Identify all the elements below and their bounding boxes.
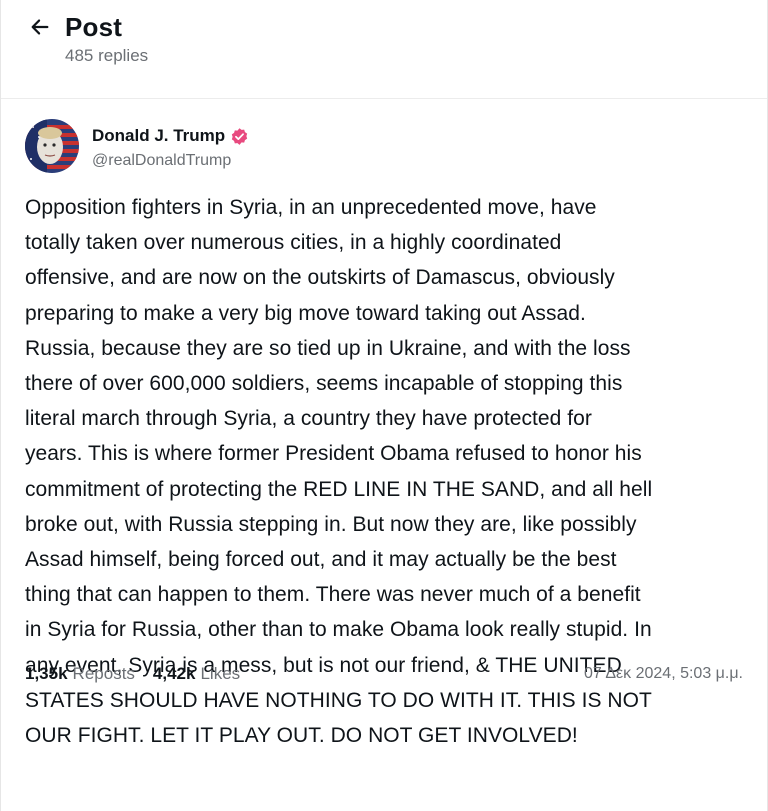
post-card: Donald J. Trump @realDonaldTrump Opposit… <box>1 99 767 753</box>
likes-count: 4,42k <box>152 664 196 683</box>
avatar-image <box>25 119 79 173</box>
avatar[interactable] <box>25 119 79 173</box>
post-body-line: literal march through Syria, a country t… <box>25 407 592 431</box>
post-timestamp[interactable]: 07 Δεκ 2024, 5:03 μ.μ. <box>584 665 743 683</box>
post-body-line: broke out, with Russia stepping in. But … <box>25 512 637 536</box>
post-body-line: years. This is where former President Ob… <box>25 442 642 466</box>
page-title: Post <box>65 11 123 42</box>
page-header: Post 485 replies <box>1 0 767 86</box>
post-body-line: Opposition fighters in Syria, in an unpr… <box>25 196 597 219</box>
likes-label: Likes <box>200 664 241 683</box>
post-body-line: thing that can happen to them. There was… <box>25 583 641 607</box>
reposts-stat[interactable]: 1,35k Reposts <box>25 664 135 684</box>
verified-badge-icon <box>230 127 249 146</box>
post-body-line: Russia, because they are so tied up in U… <box>25 336 631 360</box>
post-body-line: there of over 600,000 soldiers, seems in… <box>25 372 623 396</box>
author-handle[interactable]: @realDonaldTrump <box>92 152 249 170</box>
post-body-line: STATES SHOULD HAVE NOTHING TO DO WITH IT… <box>25 688 652 712</box>
author-name[interactable]: Donald J. Trump <box>92 126 225 146</box>
post-page: Post 485 replies Donald J. Trump @realDo… <box>0 0 768 811</box>
post-body-line: totally taken over numerous cities, in a… <box>25 231 562 255</box>
back-button[interactable] <box>27 14 53 40</box>
post-body-line: in Syria for Russia, other than to make … <box>25 618 652 642</box>
author-row: Donald J. Trump @realDonaldTrump <box>25 119 743 181</box>
likes-stat[interactable]: 4,42k Likes <box>153 664 240 684</box>
reposts-count: 1,35k <box>25 664 68 683</box>
post-body-line: commitment of protecting the RED LINE IN… <box>25 477 653 501</box>
post-body-line: OUR FIGHT. LET IT PLAY OUT. DO NOT GET I… <box>25 724 578 748</box>
post-stats: 1,35k Reposts 4,42k Likes <box>25 664 258 684</box>
post-stats-row: 1,35k Reposts 4,42k Likes 07 Δεκ 2024, 5… <box>25 664 743 684</box>
replies-count[interactable]: 485 replies <box>65 46 767 66</box>
author-meta: Donald J. Trump @realDonaldTrump <box>92 119 249 170</box>
post-body-line: offensive, and are now on the outskirts … <box>25 266 615 290</box>
header-row: Post <box>27 12 767 42</box>
reposts-label: Reposts <box>72 664 135 683</box>
post-body-line: Assad himself, being forced out, and it … <box>25 548 617 572</box>
arrow-left-icon <box>31 19 49 35</box>
post-body-line: preparing to make a very big move toward… <box>25 301 586 325</box>
author-name-row: Donald J. Trump <box>92 125 249 147</box>
